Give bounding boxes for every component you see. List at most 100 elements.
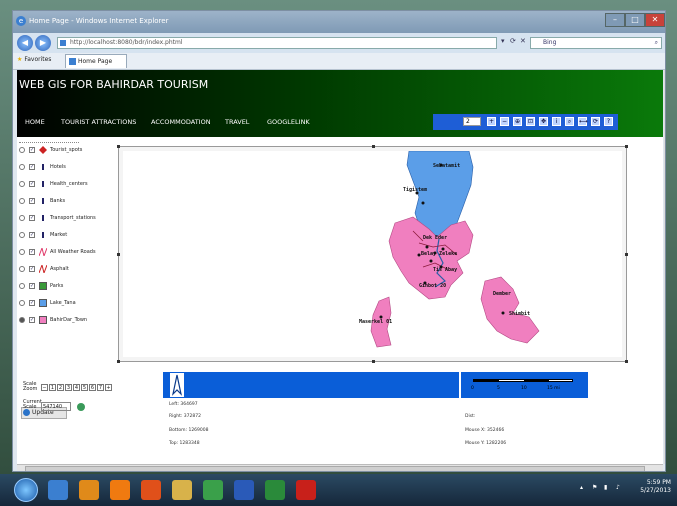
acrobat-icon[interactable] — [296, 480, 316, 500]
measure-icon[interactable]: ⟷ — [578, 117, 588, 126]
layer-visible-checkbox[interactable]: ✓ — [29, 147, 35, 153]
forward-button[interactable]: ▶ — [35, 35, 51, 51]
resize-handle-se[interactable] — [625, 360, 628, 363]
resize-handle-ne[interactable] — [625, 145, 628, 148]
layer-active-radio[interactable] — [19, 198, 25, 204]
media-player-icon[interactable] — [79, 480, 99, 500]
menu-googlelink[interactable]: GOOGLELINK — [267, 118, 310, 126]
back-button[interactable]: ◀ — [17, 35, 33, 51]
resize-handle-e[interactable] — [625, 253, 628, 256]
layer-visible-checkbox[interactable]: ✓ — [29, 317, 35, 323]
layer-active-radio[interactable] — [19, 249, 25, 255]
layer-row[interactable]: ✓ Parks — [19, 281, 115, 293]
layer-visible-checkbox[interactable]: ✓ — [29, 283, 35, 289]
search-icon[interactable]: ⌕ — [655, 38, 658, 48]
apply-scale-icon[interactable] — [77, 402, 85, 411]
layer-row[interactable]: ✓ All Weather Roads — [19, 246, 115, 259]
zoom-in-icon[interactable]: + — [487, 117, 496, 126]
flag-icon[interactable]: ⚑ — [592, 484, 597, 491]
resize-handle-s[interactable] — [372, 360, 375, 363]
zoom-full-icon[interactable]: ⊕ — [513, 117, 522, 126]
stop-icon[interactable]: ✕ — [520, 37, 526, 45]
refresh-icon[interactable]: ⟳ — [591, 117, 600, 126]
zoom-level-1-button[interactable]: 1 — [49, 384, 56, 391]
horizontal-scrollbar[interactable] — [17, 464, 663, 471]
zoom-level-5-button[interactable]: 5 — [81, 384, 88, 391]
resize-handle-sw[interactable] — [117, 360, 120, 363]
dropdown-icon[interactable]: ▾ — [501, 37, 505, 45]
layer-active-radio[interactable] — [19, 283, 25, 289]
zoom-level-3-button[interactable]: 3 — [65, 384, 72, 391]
favorites-button[interactable]: ★ Favorites — [17, 56, 51, 63]
maximize-button[interactable]: □ — [625, 13, 645, 27]
resize-handle-n[interactable] — [372, 145, 375, 148]
layer-visible-checkbox[interactable]: ✓ — [29, 215, 35, 221]
layer-active-radio[interactable] — [19, 181, 25, 187]
layer-row[interactable]: ✓ Transport_stations — [19, 213, 115, 225]
current-scale-input[interactable]: 547140 — [41, 402, 71, 411]
zoom-select-icon[interactable]: ⊡ — [526, 117, 535, 126]
close-button[interactable]: ✕ — [645, 13, 665, 27]
pan-icon[interactable]: ✥ — [539, 117, 548, 126]
start-button[interactable] — [14, 478, 38, 502]
zoom-level-7-button[interactable]: 7 — [97, 384, 104, 391]
layer-row[interactable]: ✓ Hotels — [19, 162, 115, 174]
folder-icon[interactable] — [172, 480, 192, 500]
utorrent-icon[interactable] — [203, 480, 223, 500]
map-canvas[interactable]: Sebatamit Tigistem Dek Eder Belay Zeleke… — [123, 151, 622, 357]
menu-tourist-attractions[interactable]: TOURIST ATTRACTIONS — [61, 118, 136, 126]
word-icon[interactable] — [234, 480, 254, 500]
layer-active-radio[interactable] — [19, 164, 25, 170]
zoom-plus-button[interactable]: + — [105, 384, 112, 391]
layer-visible-checkbox[interactable]: ✓ — [29, 266, 35, 272]
layer-active-radio[interactable] — [19, 317, 25, 323]
volume-icon[interactable]: ♪ — [616, 484, 620, 491]
layer-row[interactable]: ✓ BahirDar_Town — [19, 315, 115, 327]
layer-active-radio[interactable] — [19, 232, 25, 238]
excel-icon[interactable] — [265, 480, 285, 500]
resize-handle-nw[interactable] — [117, 145, 120, 148]
menu-travel[interactable]: TRAVEL — [225, 118, 249, 126]
zoom-input[interactable]: 2 — [463, 117, 481, 126]
layer-visible-checkbox[interactable]: ✓ — [29, 181, 35, 187]
clock[interactable]: 5:59 PM 5/27/2013 — [640, 479, 671, 495]
layer-row[interactable]: ✓ Health_centers — [19, 179, 115, 191]
layer-visible-checkbox[interactable]: ✓ — [29, 300, 35, 306]
firefox-icon[interactable] — [141, 480, 161, 500]
zoom-level-6-button[interactable]: 6 — [89, 384, 96, 391]
layer-visible-checkbox[interactable]: ✓ — [29, 232, 35, 238]
ie-icon[interactable] — [48, 480, 68, 500]
resize-handle-w[interactable] — [117, 253, 120, 256]
layer-active-radio[interactable] — [19, 300, 25, 306]
minimize-button[interactable]: – — [605, 13, 625, 27]
layer-row[interactable]: ✓ Lake_Tana — [19, 298, 115, 310]
layer-visible-checkbox[interactable]: ✓ — [29, 249, 35, 255]
layer-visible-checkbox[interactable]: ✓ — [29, 198, 35, 204]
menu-home[interactable]: HOME — [25, 118, 45, 126]
vlc-icon[interactable] — [110, 480, 130, 500]
menu-accommodation[interactable]: ACCOMMODATION — [151, 118, 211, 126]
layer-active-radio[interactable] — [19, 147, 25, 153]
layer-row[interactable]: ✓ Banks — [19, 196, 115, 208]
layer-visible-checkbox[interactable]: ✓ — [29, 164, 35, 170]
refresh-icon[interactable]: ⟳ — [510, 37, 516, 45]
zoom-level-2-button[interactable]: 2 — [57, 384, 64, 391]
help-icon[interactable]: ? — [604, 117, 613, 126]
url-input[interactable]: http://localhost:8080/bdr/index.phtml — [57, 37, 497, 49]
vertical-scrollbar[interactable] — [664, 70, 665, 464]
layer-row[interactable]: ✓ Asphalt — [19, 263, 115, 276]
tray-arrow-icon[interactable]: ▴ — [580, 484, 583, 491]
tab-home-page[interactable]: Home Page — [65, 54, 127, 68]
search-input[interactable]: Bing ⌕ — [530, 37, 662, 49]
zoom-out-icon[interactable]: − — [500, 117, 509, 126]
layer-row[interactable]: ✓ Market — [19, 230, 115, 242]
zoom-minus-button[interactable]: − — [41, 384, 48, 391]
layer-active-radio[interactable] — [19, 266, 25, 272]
network-icon[interactable]: ▮ — [604, 484, 607, 491]
layer-row[interactable]: ✓ Tourist_spots — [19, 145, 115, 157]
info-icon[interactable]: i — [552, 117, 561, 126]
layer-active-radio[interactable] — [19, 215, 25, 221]
search-icon[interactable]: ⌕ — [565, 117, 574, 126]
scroll-thumb[interactable] — [25, 466, 645, 471]
zoom-level-4-button[interactable]: 4 — [73, 384, 80, 391]
